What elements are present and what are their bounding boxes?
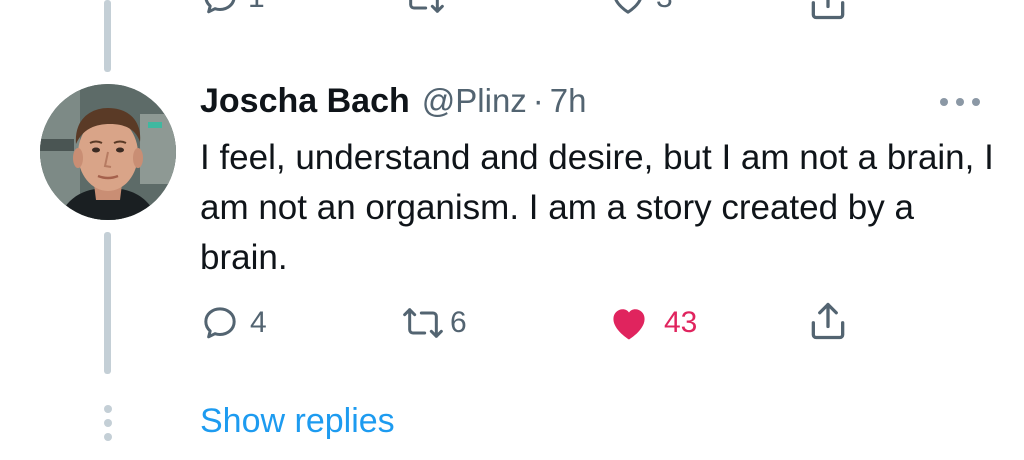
tweet-header: Joscha Bach @Plinz · 7h [200, 82, 587, 126]
previous-share-action[interactable] [806, 0, 850, 24]
previous-tweet-action-bar: 1 3 [0, 0, 1024, 24]
share-button[interactable] [806, 300, 850, 342]
previous-retweet-action[interactable] [402, 0, 446, 18]
previous-reply-count: 1 [248, 0, 265, 15]
thread-line-top [104, 0, 111, 72]
previous-reply-action[interactable]: 1 [200, 0, 265, 18]
previous-like-count: 3 [656, 0, 673, 15]
thread-dot [104, 405, 112, 413]
thread-dots [101, 405, 115, 445]
retweet-button[interactable]: 6 [400, 302, 467, 344]
author-name[interactable]: Joscha Bach [200, 82, 410, 121]
avatar-image [40, 84, 176, 220]
tweet-text: I feel, understand and desire, but I am … [200, 138, 994, 277]
reply-count: 4 [250, 306, 267, 339]
thread-dot [104, 419, 112, 427]
share-icon [811, 0, 845, 20]
retweet-icon [409, 0, 444, 13]
thread-dot [104, 433, 112, 441]
tweet-thread-view: 1 3 [0, 0, 1024, 460]
share-icon [811, 302, 845, 340]
like-count: 43 [664, 306, 698, 339]
previous-like-action[interactable]: 3 [608, 0, 673, 18]
heart-icon [614, 0, 642, 14]
more-icon [940, 98, 980, 106]
reply-icon [204, 0, 236, 14]
tweet-timestamp[interactable]: 7h [550, 82, 587, 120]
thread-line-bottom [104, 232, 111, 374]
author-handle[interactable]: @Plinz [422, 82, 527, 120]
show-replies-link[interactable]: Show replies [200, 402, 395, 441]
retweet-icon [403, 308, 443, 338]
avatar[interactable] [40, 84, 176, 220]
reply-icon [204, 307, 236, 339]
like-button[interactable]: 43 [606, 302, 697, 344]
heart-icon [613, 309, 645, 340]
retweet-count: 6 [450, 306, 467, 339]
reply-button[interactable]: 4 [200, 302, 267, 344]
more-options-button[interactable] [938, 92, 982, 112]
header-separator: · [532, 82, 544, 119]
